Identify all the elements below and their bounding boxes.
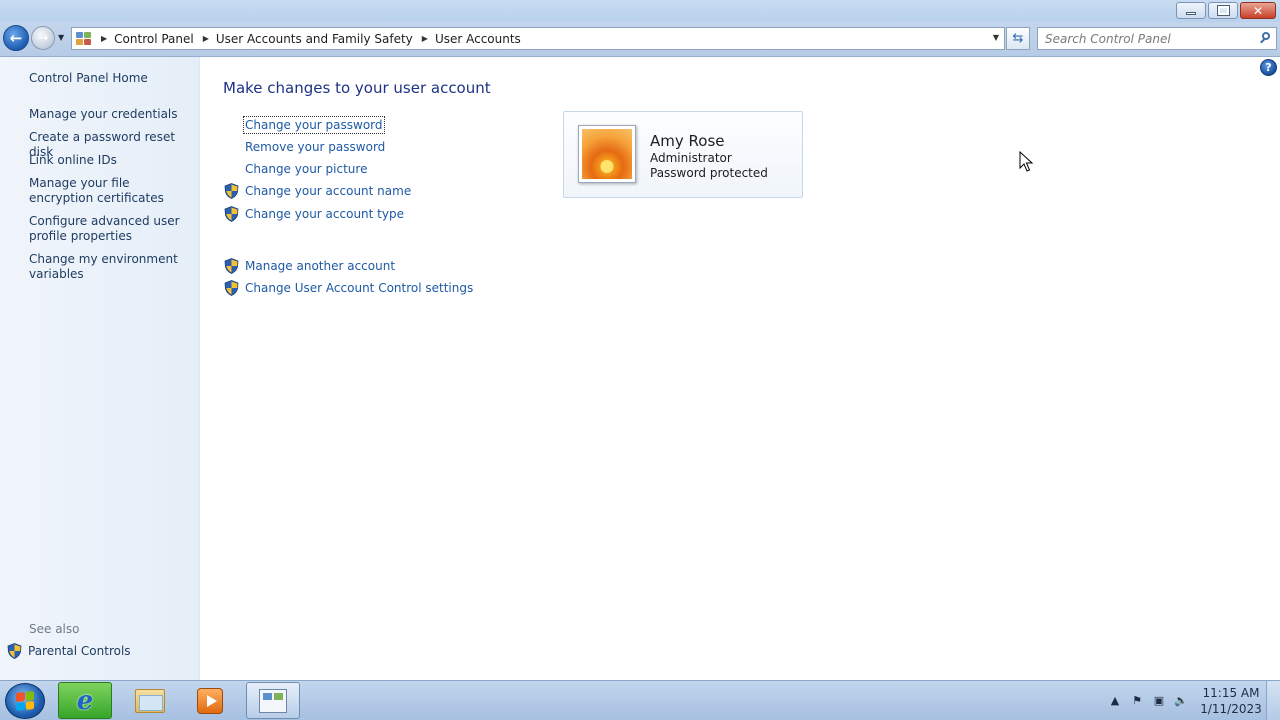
task-label[interactable]: Change your picture — [245, 162, 367, 176]
task-label[interactable]: Change User Account Control settings — [245, 281, 473, 295]
task-change-account-type[interactable]: Change your account type — [224, 206, 404, 222]
sidebar-manage-credentials[interactable]: Manage your credentials — [29, 107, 194, 122]
window-controls: ✕ — [1176, 2, 1276, 19]
minimize-icon — [1186, 12, 1196, 15]
uac-shield-icon — [7, 643, 22, 659]
breadcrumb-separator-icon[interactable]: ▶ — [203, 34, 209, 43]
sidebar-change-environment-variables[interactable]: Change my environment variables — [29, 252, 194, 282]
taskbar-windows-explorer[interactable] — [123, 682, 177, 719]
control-panel-icon — [76, 31, 92, 46]
address-dropdown-icon[interactable]: ▼ — [993, 33, 999, 42]
minimize-button[interactable] — [1176, 2, 1206, 19]
task-label[interactable]: Remove your password — [245, 140, 385, 154]
search-box[interactable] — [1037, 27, 1277, 50]
task-label[interactable]: Change your account name — [245, 184, 411, 198]
back-button[interactable]: ← — [3, 25, 29, 51]
task-label[interactable]: Manage another account — [245, 259, 395, 273]
restore-icon — [1216, 5, 1230, 16]
network-icon[interactable]: ▣ — [1148, 690, 1170, 712]
uac-shield-icon — [224, 206, 239, 222]
windows-logo-icon — [16, 691, 34, 711]
user-name: Amy Rose — [650, 132, 725, 150]
task-label[interactable]: Change your password — [243, 116, 385, 134]
show-hidden-icons-button[interactable]: ▲ — [1104, 690, 1126, 712]
breadcrumb-separator-icon[interactable]: ▶ — [101, 34, 107, 43]
taskbar-media-player[interactable] — [183, 682, 237, 719]
task-change-account-name[interactable]: Change your account name — [224, 183, 411, 199]
user-picture — [578, 125, 636, 183]
close-button[interactable]: ✕ — [1240, 2, 1276, 19]
system-tray: ▲ ⚑ ▣ 🔈 11:15 AM 1/11/2023 — [1104, 681, 1280, 720]
taskbar-control-panel[interactable] — [246, 682, 300, 719]
volume-muted-icon[interactable]: 🔈 — [1170, 690, 1192, 712]
task-change-password[interactable]: Change your password — [224, 116, 385, 134]
task-label[interactable]: Change your account type — [245, 207, 404, 221]
taskbar: e ▲ ⚑ ▣ 🔈 11:15 AM 1/11/2023 — [0, 680, 1280, 720]
task-change-picture[interactable]: Change your picture — [224, 162, 367, 176]
see-also-heading: See also — [29, 622, 80, 636]
forward-button[interactable]: → — [31, 26, 55, 50]
mouse-cursor-icon — [1019, 151, 1034, 172]
recent-pages-dropdown[interactable]: ▼ — [58, 33, 64, 42]
page-title: Make changes to your user account — [223, 79, 491, 97]
internet-explorer-icon: e — [76, 685, 94, 716]
uac-shield-icon — [224, 183, 239, 199]
restore-button[interactable] — [1208, 2, 1238, 19]
sidebar-configure-advanced-profile[interactable]: Configure advanced user profile properti… — [29, 214, 194, 244]
task-remove-password[interactable]: Remove your password — [224, 140, 385, 154]
address-bar[interactable]: ▶ Control Panel ▶ User Accounts and Fami… — [71, 27, 1005, 50]
task-change-uac-settings[interactable]: Change User Account Control settings — [224, 280, 473, 296]
action-center-flag-icon[interactable]: ⚑ — [1126, 690, 1148, 712]
sidebar-manage-file-encryption-certificates[interactable]: Manage your file encryption certificates — [29, 176, 194, 206]
task-manage-another-account[interactable]: Manage another account — [224, 258, 395, 274]
user-password-status: Password protected — [650, 166, 768, 180]
clock-time: 11:15 AM — [1202, 685, 1260, 700]
back-arrow-icon: ← — [9, 29, 23, 47]
clock[interactable]: 11:15 AM 1/11/2023 — [1196, 685, 1266, 717]
search-input[interactable] — [1045, 31, 1250, 46]
show-desktop-button[interactable] — [1266, 681, 1280, 720]
close-icon: ✕ — [1252, 3, 1264, 18]
media-player-icon — [197, 687, 223, 714]
flower-avatar-icon — [582, 129, 632, 179]
help-icon[interactable]: ? — [1260, 59, 1277, 76]
start-button[interactable] — [5, 683, 45, 719]
sidebar-parental-controls[interactable]: Parental Controls — [7, 643, 131, 659]
forward-arrow-icon: → — [37, 30, 49, 46]
folder-icon — [135, 688, 165, 713]
refresh-icon: ⇆ — [1012, 31, 1024, 46]
main-content: ? Make changes to your user account Chan… — [200, 57, 1280, 680]
breadcrumb-user-accounts[interactable]: User Accounts — [435, 32, 521, 46]
breadcrumb-separator-icon[interactable]: ▶ — [422, 34, 428, 43]
user-account-tile: Amy Rose Administrator Password protecte… — [563, 111, 803, 198]
parental-controls-label[interactable]: Parental Controls — [28, 644, 131, 658]
clock-date: 1/11/2023 — [1200, 701, 1262, 716]
uac-shield-icon — [224, 258, 239, 274]
navigation-bar: ← → ▼ ▶ Control Panel ▶ User Accounts an… — [0, 22, 1280, 57]
breadcrumb-user-accounts-family-safety[interactable]: User Accounts and Family Safety — [216, 32, 413, 46]
refresh-button[interactable]: ⇆ — [1006, 27, 1030, 50]
breadcrumb-control-panel[interactable]: Control Panel — [114, 32, 194, 46]
sidebar-link-online-ids[interactable]: Link online IDs — [29, 153, 194, 168]
search-icon[interactable] — [1259, 31, 1271, 45]
sidebar-control-panel-home[interactable]: Control Panel Home — [29, 71, 194, 86]
title-bar: ✕ — [0, 0, 1280, 22]
user-role: Administrator — [650, 151, 732, 165]
taskbar-internet-explorer[interactable]: e — [58, 682, 112, 719]
sidebar: Control Panel Home Manage your credentia… — [0, 57, 200, 680]
control-panel-icon — [259, 688, 287, 713]
uac-shield-icon — [224, 280, 239, 296]
